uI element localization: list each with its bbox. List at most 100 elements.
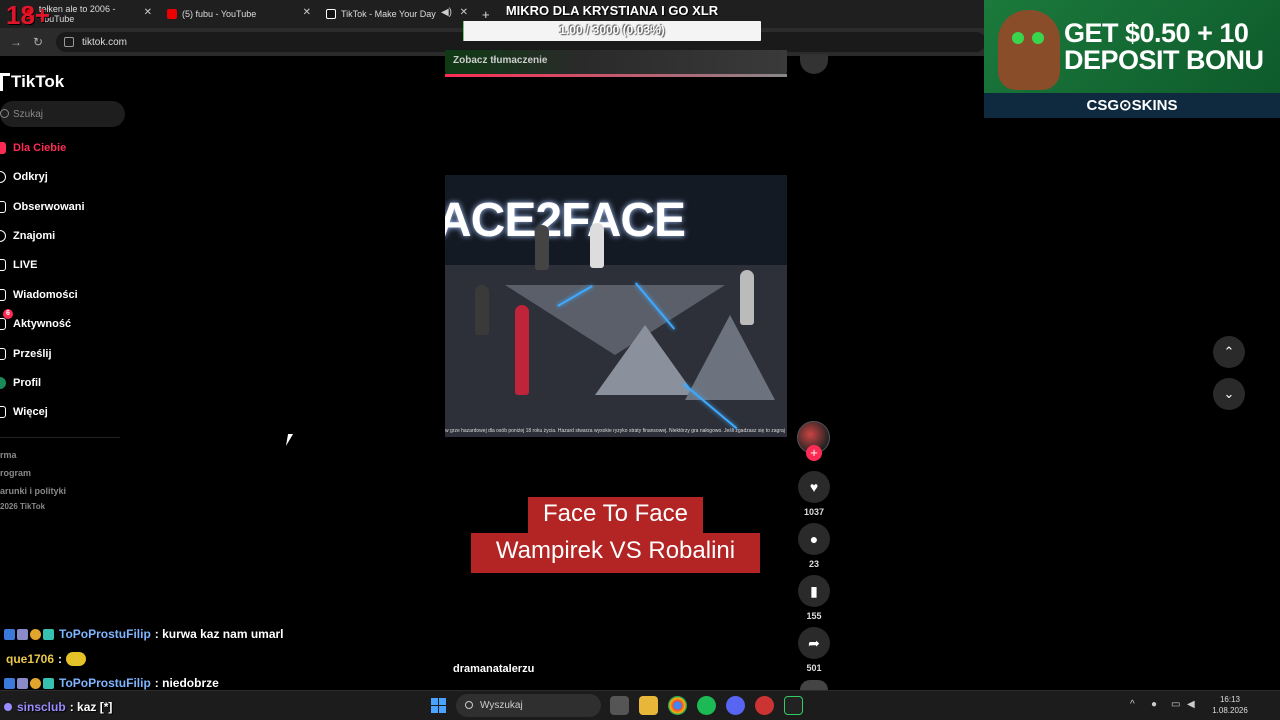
sidebar-item-following[interactable]: Obserwowani (0, 197, 85, 217)
save-count: 155 (806, 611, 822, 621)
tab-title: (5) fubu - YouTube (182, 9, 257, 19)
network-icon[interactable]: ▭ (1171, 699, 1180, 710)
eye (1012, 32, 1024, 44)
windows-start-icon[interactable] (431, 698, 446, 713)
sidebar-item-upload[interactable]: Prześlij (0, 344, 52, 364)
browser-tab-active[interactable]: TikTok - Make Your Day ◀) ✕ (326, 4, 468, 24)
next-video-button[interactable]: ⌄ (1213, 378, 1245, 410)
chat-badge-icon (4, 703, 12, 711)
sidebar-item-live[interactable]: LIVE (0, 255, 37, 275)
monkey-mascot-icon (998, 10, 1060, 90)
home-icon (0, 142, 6, 154)
tab-title: TikTok - Make Your Day (341, 9, 436, 19)
previous-author-avatar[interactable] (800, 54, 828, 74)
video-progress-bar[interactable] (445, 74, 787, 77)
tab-close-icon[interactable]: ✕ (144, 7, 152, 18)
chat-badge-icon (4, 677, 15, 689)
chat-text: : kaz [*] (69, 700, 113, 714)
sidebar-divider (0, 437, 120, 438)
chat-badge-icon (4, 628, 15, 640)
search-input[interactable]: Szukaj (0, 101, 125, 127)
sidebar-item-profile[interactable]: Profil (0, 373, 41, 393)
bookmark-icon: ▮ (810, 582, 818, 599)
eye (1032, 32, 1044, 44)
chrome-icon[interactable] (668, 696, 687, 715)
sidebar-item-label: Prześlij (13, 348, 52, 360)
chat-badge-icon (30, 677, 41, 689)
sidebar-item-activity[interactable]: 6 Aktywność (0, 309, 71, 334)
task-view-icon[interactable] (610, 696, 629, 715)
sidebar-item-label: Znajomi (13, 230, 56, 242)
chat-text: : niedobrze (154, 676, 219, 690)
video-author[interactable]: dramanatalerzu (453, 663, 534, 675)
sidebar-item-friends[interactable]: Znajomi (0, 226, 55, 246)
site-info-icon[interactable] (64, 37, 74, 47)
stage-triangle (685, 315, 775, 400)
follow-button[interactable]: + (806, 445, 822, 461)
share-button[interactable]: ➦ (798, 627, 830, 659)
browser-tab[interactable]: (5) fubu - YouTube ✕ (167, 4, 311, 24)
tray-chevron-icon[interactable]: ^ (1130, 699, 1135, 710)
activity-icon (0, 318, 6, 330)
ad-brand: CSG⊙SKINS (1086, 97, 1178, 114)
emoji-emote-icon (66, 652, 87, 666)
translate-link[interactable]: Zobacz tłumaczenie (453, 55, 547, 66)
search-icon (465, 701, 473, 709)
chat-text: : (58, 652, 63, 666)
chevron-down-icon: ⌄ (1223, 386, 1235, 401)
sidebar-item-more[interactable]: Więcej (0, 402, 48, 422)
speaker-icon[interactable]: ◀) (441, 7, 452, 18)
compass-icon (0, 171, 6, 183)
video-caption-line-1: Face To Face (528, 497, 703, 533)
taskbar-search[interactable]: Wyszukaj (456, 694, 601, 717)
comment-button[interactable]: ● (798, 523, 830, 555)
logo-text: TikTok (11, 72, 65, 91)
windows-taskbar: Wyszukaj ^ ● ▭ ◀ 16:13 1.08.2026 (0, 690, 1280, 720)
taskbar-search-placeholder: Wyszukaj (480, 700, 523, 711)
previous-video-button[interactable]: ⌃ (1213, 336, 1245, 368)
chat-username: que1706 (6, 652, 55, 666)
sidebar-item-explore[interactable]: Odkryj (0, 167, 48, 187)
microphone-icon[interactable]: ● (1151, 699, 1157, 710)
person-figure (475, 285, 489, 335)
volume-icon[interactable]: ◀ (1187, 699, 1195, 710)
comment-icon: ● (809, 531, 819, 547)
sidebar-item-label: Obserwowani (13, 201, 85, 213)
app-icon[interactable] (755, 696, 774, 715)
notification-badge: 6 (3, 309, 13, 319)
sidebar-item-for-you[interactable]: Dla Ciebie (0, 138, 66, 158)
video-disclaimer: w grze hazardowej dla osób poniżej 18 ro… (445, 428, 785, 434)
sidebar-item-messages[interactable]: Wiadomości (0, 285, 78, 305)
mouse-cursor-icon (285, 434, 299, 446)
search-icon (0, 109, 9, 118)
spotify-icon[interactable] (697, 696, 716, 715)
terminal-icon[interactable] (784, 696, 803, 715)
chat-badge-icon (43, 628, 54, 640)
next-author-avatar[interactable] (800, 680, 828, 690)
forward-icon[interactable]: → (10, 35, 22, 49)
taskbar-clock[interactable]: 16:13 1.08.2026 (1205, 694, 1255, 716)
like-button[interactable]: ♥ (798, 471, 830, 503)
chat-message: ToPoProstuFilip : kurwa kaz nam umarl (4, 624, 284, 644)
tab-close-icon[interactable]: ✕ (303, 7, 311, 18)
clock-date: 1.08.2026 (1212, 706, 1248, 715)
footer-link[interactable]: rma (0, 450, 17, 460)
discord-icon[interactable] (726, 696, 745, 715)
footer-link[interactable]: rogram (0, 468, 31, 478)
sidebar-item-label: Więcej (13, 406, 48, 418)
footer-link[interactable]: arunki i polityki (0, 486, 66, 496)
file-explorer-icon[interactable] (639, 696, 658, 715)
previous-video-card[interactable]: Zobacz tłumaczenie (445, 50, 787, 77)
person-figure (590, 223, 604, 268)
reload-icon[interactable]: ↻ (33, 35, 43, 49)
ad-banner[interactable]: GET $0.50 + 10 DEPOSIT BONU CSG⊙SKINS (984, 0, 1280, 118)
copyright: 2026 TikTok (0, 502, 46, 511)
save-button[interactable]: ▮ (798, 575, 830, 607)
video-player[interactable]: ACE2FACE w grze hazardowej dla osób poni… (445, 175, 787, 437)
chat-message: sinsclub : kaz [*] (4, 697, 112, 717)
more-icon (0, 406, 6, 418)
ad-background: GET $0.50 + 10 DEPOSIT BONU (984, 0, 1280, 93)
chat-badge-icon (17, 677, 28, 689)
tiktok-logo[interactable]: TikTok (0, 72, 64, 92)
video-caption-line-2: Wampirek VS Robalini (471, 533, 760, 573)
